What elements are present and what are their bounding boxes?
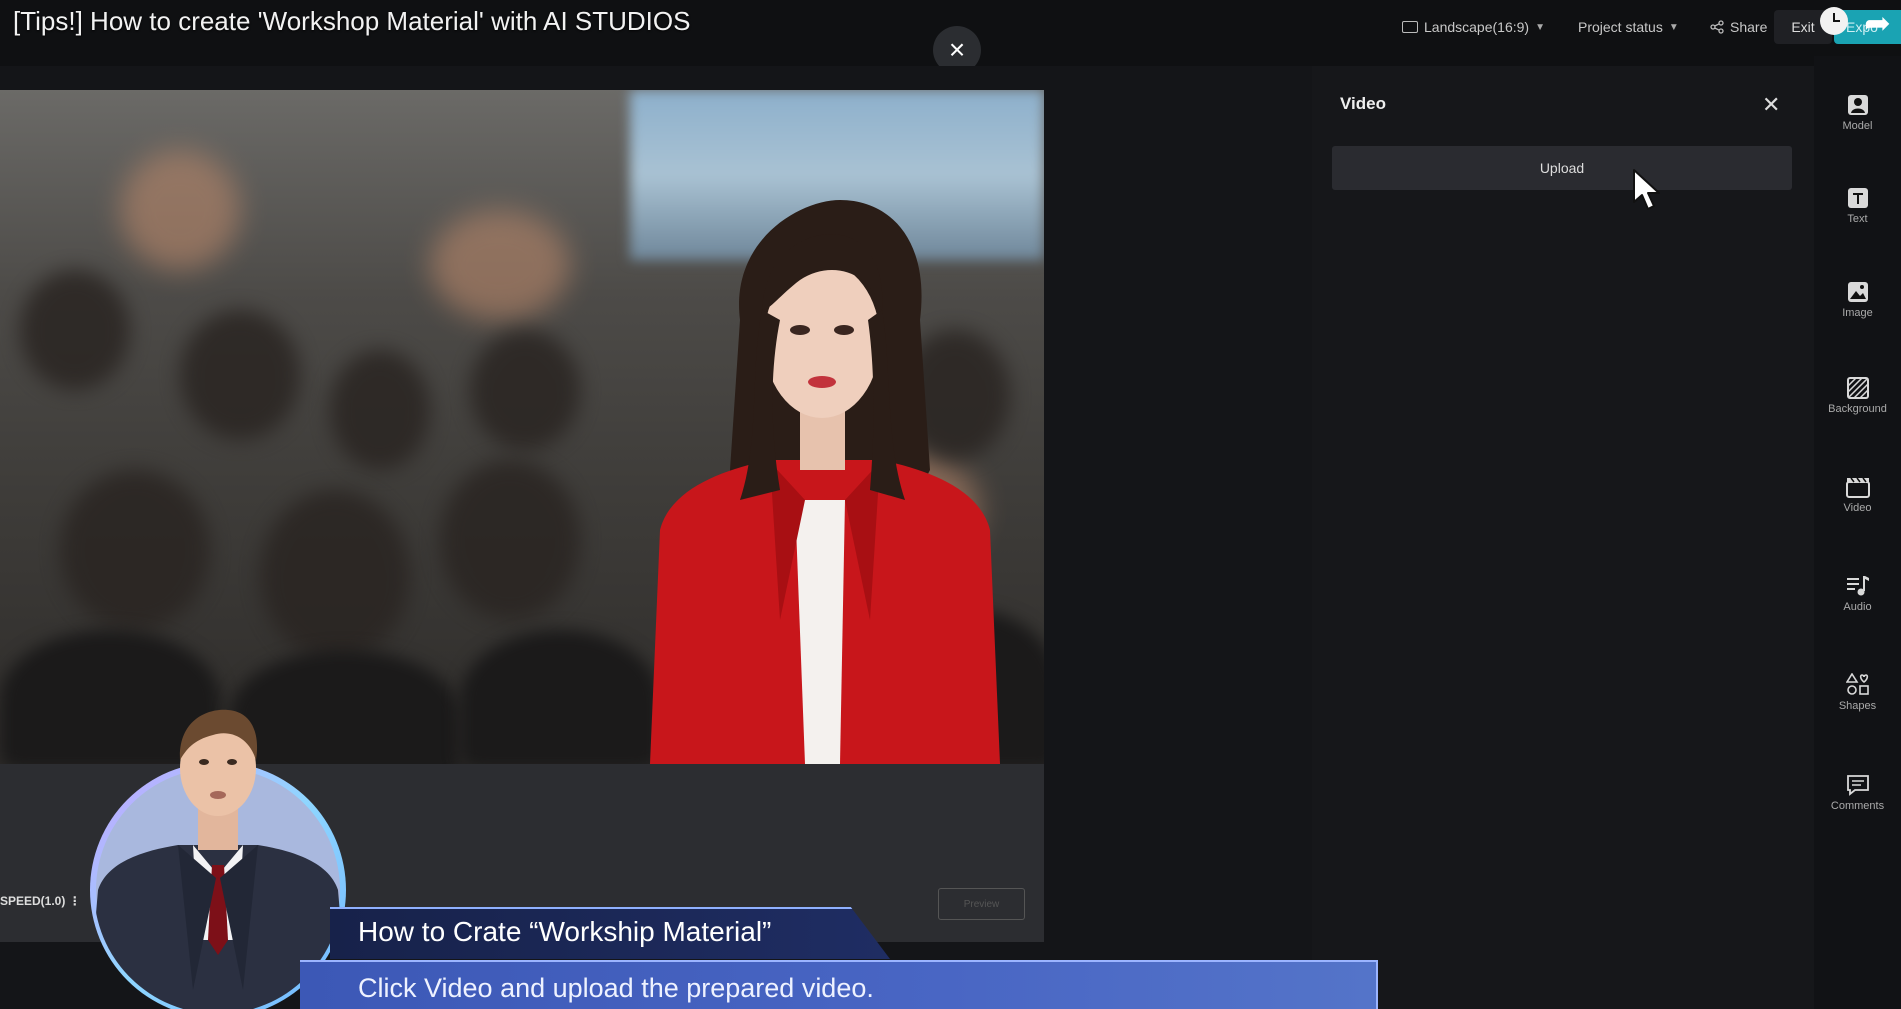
share-button[interactable]: Share [1710,16,1767,38]
shapes-icon [1845,673,1870,696]
preview-button[interactable]: Preview [938,888,1025,920]
caption-title: How to Crate “Workship Material” [358,916,772,947]
model-icon [1846,94,1870,116]
video-title: [Tips!] How to create 'Workshop Material… [13,6,691,36]
background-icon [1846,377,1870,399]
landscape-icon [1402,21,1418,33]
upload-button[interactable]: Upload [1332,146,1792,190]
share-icon [1710,20,1724,34]
share-label: Share [1730,19,1768,35]
close-icon[interactable]: ✕ [1762,92,1780,118]
project-status-dropdown[interactable]: Project status ▼ [1578,16,1679,38]
tool-rail: Model Text Image Background Video Audio [1814,56,1901,1009]
chevron-down-icon: ▼ [1535,21,1545,33]
rail-item-background[interactable]: Background [1814,377,1901,415]
text-icon [1846,187,1870,209]
mouse-cursor-icon [1633,169,1660,210]
speed-label: SPEED(1.0) [0,894,66,908]
caption-subtitle: Click Video and upload the prepared vide… [358,973,874,1003]
share-arrow-icon[interactable]: ➦ [1864,4,1891,42]
more-options-icon[interactable]: ⋮ [69,894,81,908]
landscape-dropdown[interactable]: Landscape(16:9) ▼ [1402,16,1545,38]
rail-label: Background [1828,403,1887,415]
rail-item-text[interactable]: Text [1814,187,1901,225]
comments-icon [1846,774,1870,796]
rail-item-model[interactable]: Model [1814,94,1901,132]
ai-avatar-model[interactable] [630,200,1010,764]
scene-preview[interactable] [0,90,1044,764]
video-panel: Video ✕ Upload [1312,66,1814,1009]
video-icon [1845,476,1870,498]
audio-icon [1846,575,1870,597]
rail-label: Text [1847,213,1868,225]
rail-label: Audio [1843,601,1872,613]
rail-item-video[interactable]: Video [1814,476,1901,514]
rail-label: Video [1843,502,1872,514]
rail-label: Model [1842,120,1873,132]
landscape-label: Landscape(16:9) [1424,19,1530,35]
rail-label: Comments [1830,800,1885,812]
watch-later-icon[interactable] [1820,7,1848,35]
rail-item-comments[interactable]: Comments [1814,774,1901,812]
rail-label: Shapes [1838,700,1877,712]
rail-item-image[interactable]: Image [1814,281,1901,319]
image-icon [1846,281,1870,303]
panel-title: Video [1340,94,1386,113]
project-status-label: Project status [1578,19,1663,35]
rail-label: Image [1842,307,1873,319]
chevron-down-icon: ▼ [1668,21,1679,33]
speed-control[interactable]: SPEED(1.0) ⋮ [0,894,81,908]
rail-item-shapes[interactable]: Shapes [1814,673,1901,712]
rail-item-audio[interactable]: Audio [1814,575,1901,613]
